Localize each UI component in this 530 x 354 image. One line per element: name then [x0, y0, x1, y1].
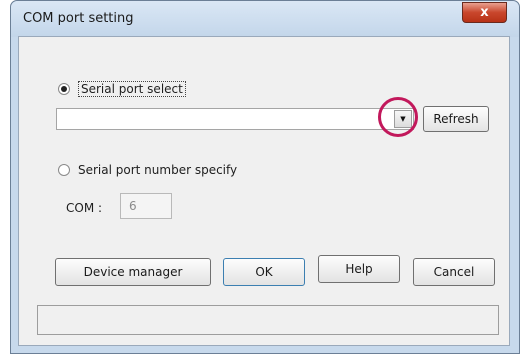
ok-button[interactable]: OK	[223, 258, 305, 286]
serial-port-number-radio[interactable]	[58, 164, 70, 176]
help-button[interactable]: Help	[318, 255, 400, 283]
com-number-field[interactable]: 6	[120, 193, 172, 219]
serial-port-combobox[interactable]: ▼	[56, 108, 414, 130]
device-manager-button[interactable]: Device manager	[55, 258, 211, 286]
close-button[interactable]: x	[462, 2, 507, 23]
serial-port-select-option[interactable]: Serial port select	[58, 81, 186, 97]
highlight-annotation-circle	[378, 97, 418, 137]
title-bar[interactable]: COM port setting x	[11, 1, 519, 37]
serial-port-select-label: Serial port select	[78, 81, 186, 97]
serial-port-number-label: Serial port number specify	[78, 163, 238, 177]
status-bar	[37, 305, 499, 335]
close-icon: x	[480, 5, 489, 20]
refresh-button[interactable]: Refresh	[423, 106, 489, 132]
serial-port-select-radio[interactable]	[58, 83, 70, 95]
serial-port-number-option[interactable]: Serial port number specify	[58, 163, 237, 177]
com-label: COM :	[66, 201, 103, 215]
radio-selected-dot	[61, 86, 67, 92]
window-title: COM port setting	[23, 11, 134, 26]
cancel-button[interactable]: Cancel	[413, 258, 495, 286]
